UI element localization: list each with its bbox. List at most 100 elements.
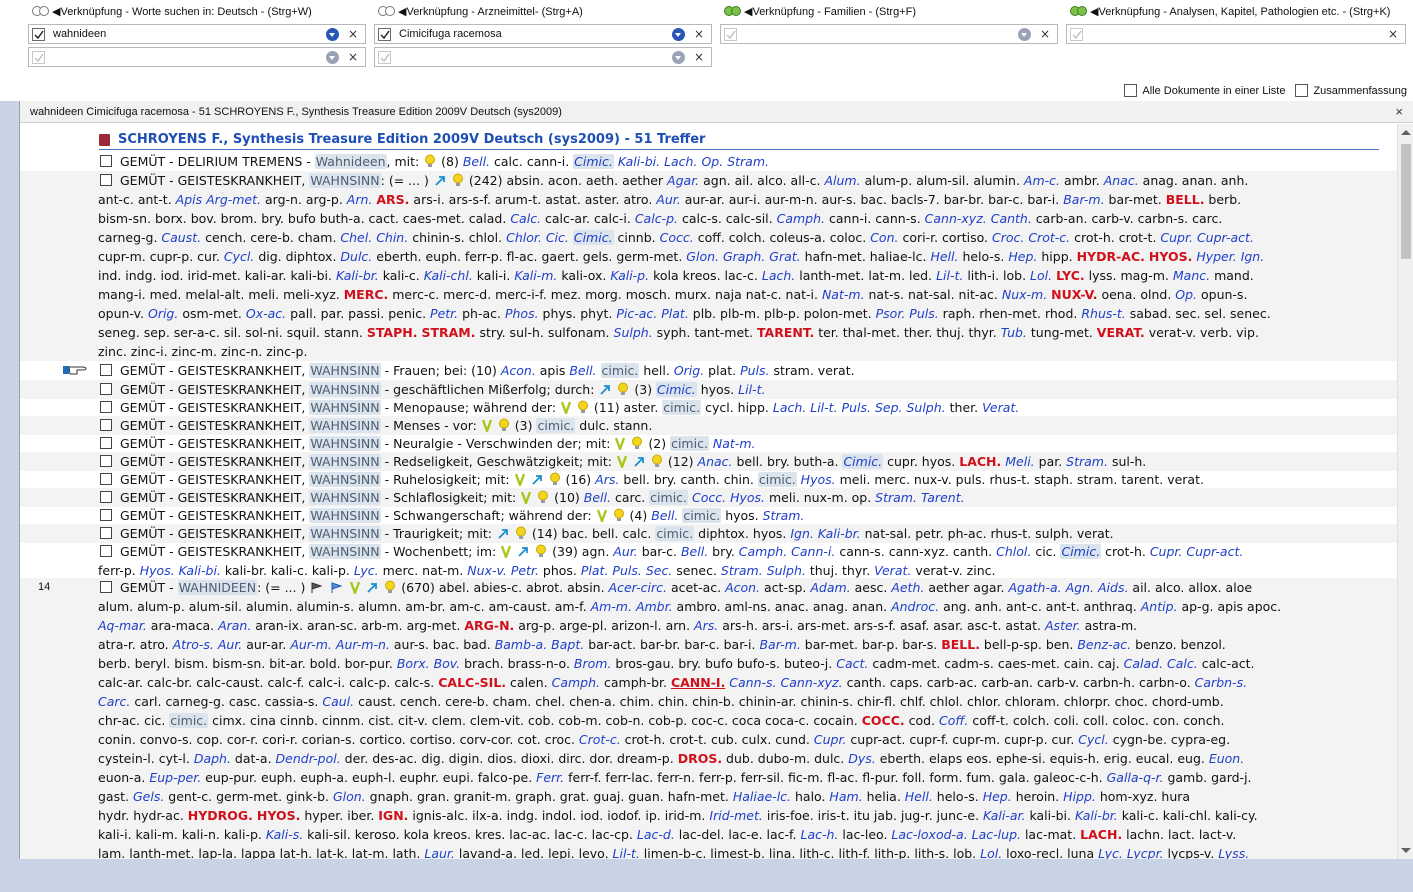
rubric-line: berb. beryl. bism. bism-sn. bit-ar. bold… [98,656,1255,671]
rubric-row[interactable]: GEMÜT - DELIRIUM TREMENS - Wahnideen, mi… [20,152,1397,171]
column-header[interactable]: ◀Verknüpfung - Worte suchen in: Deutsch … [20,0,370,22]
checkbox-icon[interactable] [724,27,737,41]
arrow-icon [434,173,446,190]
scroll-up-icon[interactable] [1401,130,1411,135]
option-label: Alle Dokumente in einer Liste [1142,84,1286,97]
rubric-row[interactable]: GEMÜT - GEISTESKRANKHEIT, WAHNSINN - Tra… [20,524,1397,543]
dropdown-icon[interactable] [326,50,339,64]
column-header[interactable]: ◀Verknüpfung - Familien - (Strg+F) [712,0,1062,22]
dropdown-icon[interactable] [326,27,339,41]
source-title: SCHROYENS F., Synthesis Treasure Edition… [118,132,706,147]
display-options: Alle Dokumente in einer Liste Zusammenfa… [1124,84,1407,97]
clear-icon[interactable]: × [693,27,705,41]
clear-icon[interactable]: × [347,27,359,41]
dropdown-icon[interactable] [672,50,685,64]
checkbox-icon[interactable] [1124,84,1138,97]
checkbox-icon[interactable] [378,27,391,41]
close-icon[interactable]: × [1395,104,1403,119]
clear-icon[interactable]: × [693,50,705,64]
rubric-row[interactable]: GEMÜT - GEISTESKRANKHEIT, WAHNSINN - Sch… [20,506,1397,525]
checkbox-icon[interactable] [100,491,112,503]
search-input-remedies[interactable]: Cimicifuga racemosa × [374,24,712,44]
checkbox-icon[interactable] [100,509,112,521]
search-input-analyses[interactable]: × [1066,24,1406,44]
checkbox-icon[interactable] [32,50,45,64]
checkbox-icon[interactable] [100,155,112,167]
v-grade-icon [501,544,512,561]
checkbox-icon[interactable] [32,27,45,41]
checkbox-icon[interactable] [378,50,391,64]
rubric-line: zinc. zinc-i. zinc-m. zinc-n. zinc-p. [98,344,308,359]
rubric-row[interactable]: GEMÜT - GEISTESKRANKHEIT, WAHNSINN - Ruh… [20,470,1397,489]
rubric-row[interactable]: GEMÜT - GEISTESKRANKHEIT, WAHNSINN - Woc… [20,542,1397,580]
rubric-line: kali-i. kali-m. kali-n. kali-p. Kali-s. … [98,827,1237,842]
source-heading[interactable]: SCHROYENS F., Synthesis Treasure Edition… [99,130,1379,150]
scroll-thumb[interactable] [1401,144,1411,259]
rubric-row[interactable]: GEMÜT - GEISTESKRANKHEIT, WAHNSINN - Men… [20,416,1397,435]
search-panel: ◀Verknüpfung - Worte suchen in: Deutsch … [0,0,1413,102]
rubric-line: Aq-mar. ara-maca. Aran. aran-ix. aran-sc… [98,618,1138,633]
window-background [0,101,19,859]
checkbox-icon[interactable] [100,527,112,539]
search-column-remedies: ◀Verknüpfung - Arzneimittel- (Strg+A) Ci… [366,0,716,70]
checkbox-icon[interactable] [100,473,112,485]
vertical-scrollbar[interactable] [1397,124,1413,859]
search-value[interactable]: Cimicifuga racemosa [391,28,672,40]
clear-icon[interactable]: × [1039,27,1051,41]
rubric-line: opun-v. Orig. osm-met. Ox-ac. pall. par.… [98,306,1271,321]
search-input-words[interactable]: wahnideen × [28,24,366,44]
arrow-icon [366,580,378,597]
search-input-remedies-2[interactable]: × [374,47,712,67]
arrow-icon [599,382,611,399]
option-all-docs[interactable]: Alle Dokumente in einer Liste [1124,84,1285,97]
checkbox-icon[interactable] [100,174,112,186]
rubric-row[interactable]: GEMÜT - GEISTESKRANKHEIT, WAHNSINN - Red… [20,452,1397,471]
scroll-down-icon[interactable] [1401,848,1411,853]
checkbox-icon[interactable] [100,581,112,593]
link-toggle-icon[interactable] [724,5,742,17]
checkbox-icon[interactable] [100,364,112,376]
search-input-words-2[interactable]: × [28,47,366,67]
link-toggle-icon[interactable] [32,5,50,17]
rubric-row[interactable]: GEMÜT - GEISTESKRANKHEIT, WAHNSINN - Sch… [20,488,1397,507]
column-title: ◀Verknüpfung - Arzneimittel- (Strg+A) [398,5,583,18]
rubric-line: gast. Gels. gent-c. germ-met. gink-b. Gl… [98,789,1191,804]
option-summary[interactable]: Zusammenfassung [1295,84,1407,97]
column-header[interactable]: ◀Verknüpfung - Arzneimittel- (Strg+A) [366,0,716,22]
results-list[interactable]: SCHROYENS F., Synthesis Treasure Edition… [20,124,1397,859]
checkbox-icon[interactable] [100,545,112,557]
column-header[interactable]: ◀Verknüpfung - Analysen, Kapitel, Pathol… [1058,0,1408,22]
dropdown-icon[interactable] [1018,27,1031,41]
link-toggle-icon[interactable] [1070,5,1088,17]
arrow-icon [531,472,543,489]
rubric-row[interactable]: GEMÜT - GEISTESKRANKHEIT, WAHNSINN: (= .… [20,171,1397,361]
checkbox-icon[interactable] [100,419,112,431]
lightbulb-icon [577,400,589,417]
v-grade-icon [514,472,525,489]
rubric-row[interactable]: GEMÜT - GEISTESKRANKHEIT, WAHNSINN - Neu… [20,434,1397,453]
clear-icon[interactable]: × [347,50,359,64]
checkbox-icon[interactable] [100,437,112,449]
lightbulb-icon [535,544,547,561]
clear-icon[interactable]: × [1387,27,1399,41]
column-title: ◀Verknüpfung - Familien - (Strg+F) [744,5,916,18]
checkbox-icon[interactable] [1070,27,1083,41]
window-background [0,859,1413,892]
rubric-row[interactable]: GEMÜT - GEISTESKRANKHEIT, WAHNSINN - Fra… [20,361,1397,380]
search-input-families[interactable]: × [720,24,1058,44]
checkbox-icon[interactable] [100,383,112,395]
v-grade-icon [521,490,532,507]
checkbox-icon[interactable] [100,401,112,413]
flag-icon [330,580,344,597]
results-window: wahnideen Cimicifuga racemosa - 51 SCHRO… [19,101,1413,859]
rubric-row[interactable]: 14 GEMÜT - WAHNIDEEN: (= ... ) (670) abe… [20,578,1397,859]
link-toggle-icon[interactable] [378,5,396,17]
checkbox-icon[interactable] [100,455,112,467]
rubric-line: bism-sn. borx. bov. brom. bry. bufo buth… [98,211,1223,226]
lightbulb-icon [549,472,561,489]
checkbox-icon[interactable] [1295,84,1309,97]
dropdown-icon[interactable] [672,27,685,41]
rubric-row[interactable]: GEMÜT - GEISTESKRANKHEIT, WAHNSINN - Men… [20,398,1397,417]
rubric-row[interactable]: GEMÜT - GEISTESKRANKHEIT, WAHNSINN - ges… [20,380,1397,399]
search-value[interactable]: wahnideen [45,28,326,40]
